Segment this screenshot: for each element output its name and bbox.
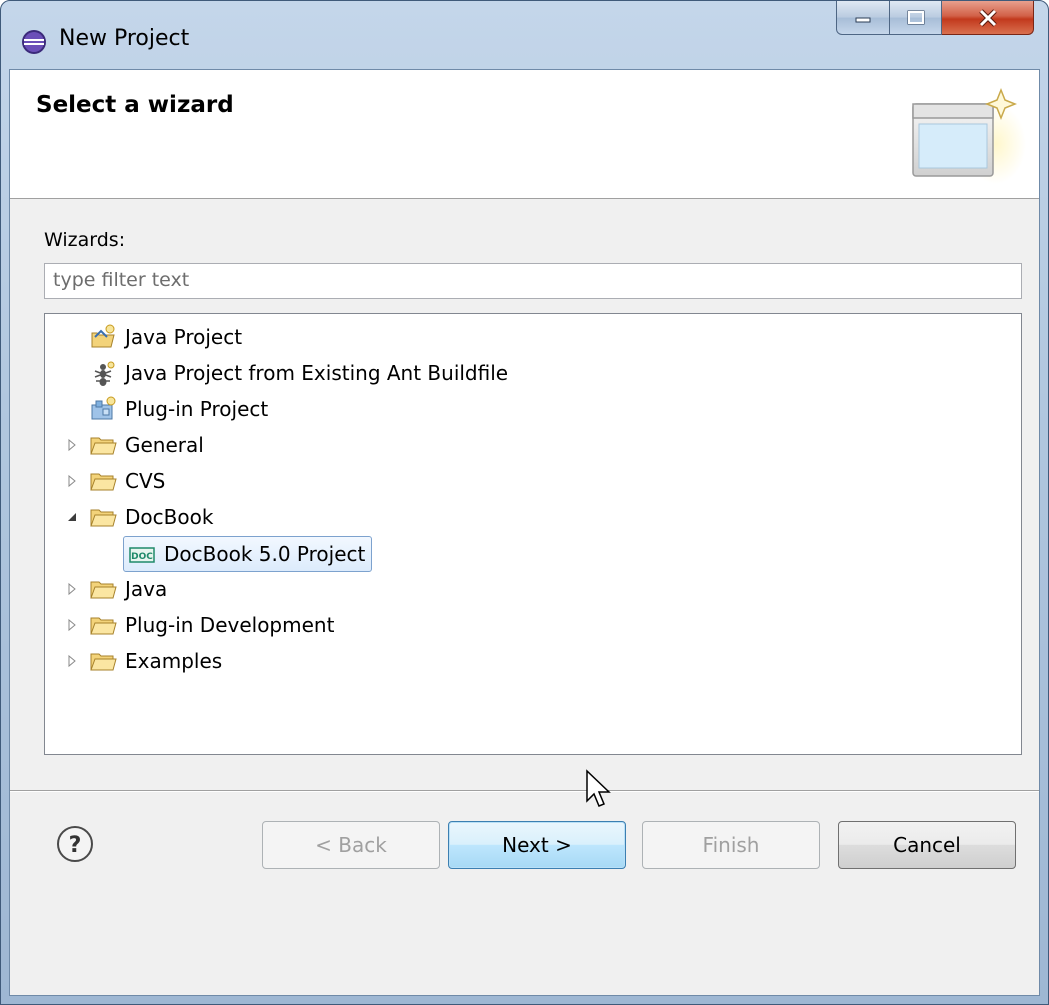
maximize-icon: [907, 10, 924, 24]
folder-icon: [90, 581, 117, 599]
tree-item-plugin-project[interactable]: Plug-in Project: [89, 392, 268, 426]
tree-item-docbook[interactable]: DocBook: [89, 500, 213, 534]
close-icon: [978, 8, 997, 27]
expand-arrow-icon[interactable]: [65, 618, 79, 632]
tree-item-label: Examples: [125, 649, 223, 673]
new-wizard-banner-icon: [912, 87, 1026, 184]
ant-icon: [94, 361, 115, 386]
eclipse-icon: [22, 30, 46, 54]
tree-item-label: DocBook: [125, 505, 214, 529]
new-project-window: New Project Select a wizard Wizards: typ…: [0, 0, 1049, 1005]
filter-placeholder: type filter text: [53, 269, 190, 291]
maximize-button[interactable]: [890, 1, 942, 35]
wizard-header: Select a wizard: [10, 70, 1039, 199]
tree-item-label: Java Project: [125, 325, 243, 349]
tree-item-label: Plug-in Development: [125, 613, 335, 637]
wizard-body: Wizards: type filter text Java Project J…: [10, 199, 1039, 995]
cancel-button[interactable]: Cancel: [838, 821, 1016, 869]
close-button[interactable]: [942, 1, 1034, 35]
tree-item-plugin-development[interactable]: Plug-in Development: [89, 608, 334, 642]
window-controls: [836, 1, 1034, 37]
expand-arrow-icon[interactable]: [65, 654, 79, 668]
window-title: New Project: [59, 26, 190, 51]
folder-icon: [90, 509, 117, 527]
tree-item-label: CVS: [125, 469, 166, 493]
plugin-project-icon: [91, 396, 116, 420]
mouse-cursor-icon: [586, 769, 611, 807]
tree-item-ant-project[interactable]: Java Project from Existing Ant Buildfile: [89, 356, 508, 390]
button-bar-separator: [10, 790, 1039, 792]
minimize-icon: [855, 17, 871, 22]
folder-icon: [90, 617, 117, 635]
tree-item-docbook-5-project[interactable]: DOC DocBook 5.0 Project: [123, 536, 373, 572]
svg-text:?: ?: [69, 833, 82, 858]
back-button[interactable]: < Back: [262, 821, 440, 869]
tree-item-general[interactable]: General: [89, 428, 204, 462]
page-title: Select a wizard: [36, 92, 234, 118]
expand-arrow-icon[interactable]: [65, 474, 79, 488]
tree-item-label: General: [125, 433, 204, 457]
tree-item-examples[interactable]: Examples: [89, 644, 222, 678]
wizards-label: Wizards:: [44, 229, 126, 251]
next-button[interactable]: Next >: [448, 821, 626, 869]
tree-item-label: Java: [125, 577, 168, 601]
wizard-tree[interactable]: Java Project Java Project from Existing …: [44, 313, 1022, 755]
folder-icon: [90, 473, 117, 491]
filter-input[interactable]: type filter text: [44, 263, 1022, 299]
docbook-doc-icon: DOC: [129, 547, 155, 563]
title-bar[interactable]: New Project: [1, 1, 1048, 69]
collapse-arrow-icon[interactable]: [65, 510, 79, 524]
tree-item-label: Java Project from Existing Ant Buildfile: [125, 361, 509, 385]
finish-button[interactable]: Finish: [642, 821, 820, 869]
minimize-button[interactable]: [836, 1, 890, 35]
tree-item-label: DocBook 5.0 Project: [164, 542, 366, 566]
tree-item-label: Plug-in Project: [125, 397, 269, 421]
expand-arrow-icon[interactable]: [65, 438, 79, 452]
tree-item-java-project[interactable]: Java Project: [89, 320, 242, 354]
expand-arrow-icon[interactable]: [65, 582, 79, 596]
dialog-client: Select a wizard Wizards: type filter tex…: [9, 69, 1040, 996]
svg-text:DOC: DOC: [131, 552, 153, 562]
tree-item-java[interactable]: Java: [89, 572, 167, 606]
folder-icon: [90, 653, 117, 671]
java-project-icon: [91, 324, 115, 348]
tree-item-cvs[interactable]: CVS: [89, 464, 165, 498]
help-icon[interactable]: ?: [56, 825, 94, 863]
folder-icon: [90, 437, 117, 455]
